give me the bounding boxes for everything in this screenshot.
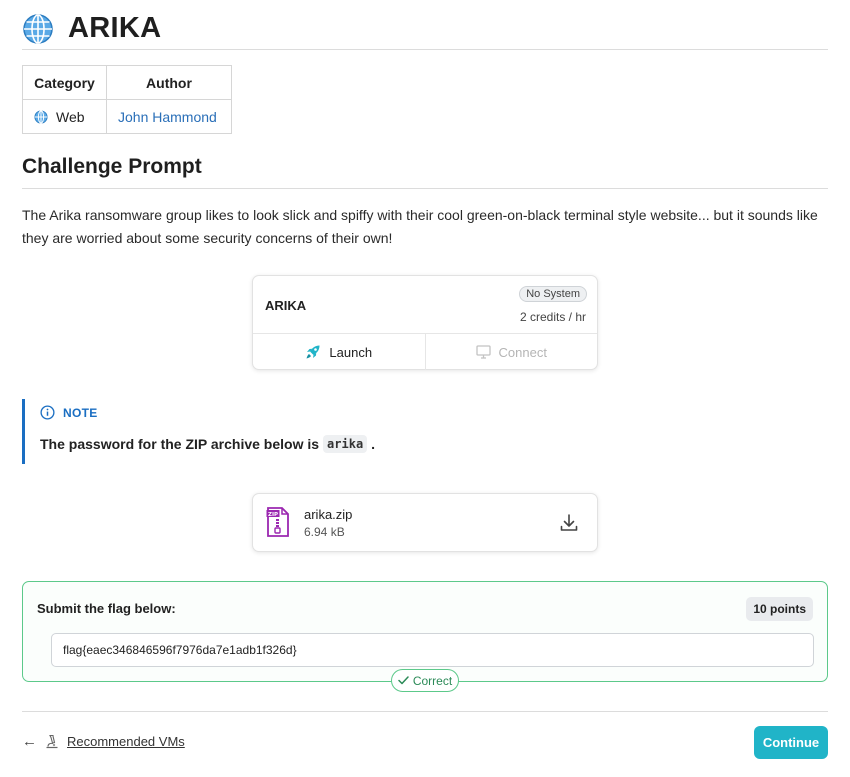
category-header: Category — [22, 65, 107, 100]
arrow-left-icon[interactable]: ← — [22, 733, 37, 750]
recommended-vms-link[interactable]: Recommended VMs — [67, 734, 185, 749]
system-badge: No System — [519, 286, 587, 302]
vm-name: ARIKA — [265, 298, 307, 313]
launch-button[interactable]: Launch — [253, 334, 426, 370]
svg-text:ZIP: ZIP — [268, 512, 278, 518]
challenge-meta-table: Category Author Web John Hammond — [22, 65, 232, 134]
globe-icon — [23, 13, 53, 44]
correct-badge: Correct — [391, 669, 459, 692]
vm-card: ARIKA No System 2 credits / hr Launch Co… — [252, 275, 598, 370]
footer-divider — [22, 711, 828, 712]
note-callout: NOTE The password for the ZIP archive be… — [22, 399, 830, 464]
info-icon — [40, 405, 55, 420]
microscope-icon — [46, 734, 58, 749]
correct-label: Correct — [412, 673, 453, 688]
page-title: ARIKA — [68, 12, 162, 44]
rocket-icon — [306, 345, 320, 359]
vm-credits: 2 credits / hr — [519, 310, 586, 324]
challenge-prompt-section: Challenge Prompt — [22, 155, 828, 189]
section-title: Challenge Prompt — [22, 155, 202, 178]
category-label: Web — [56, 108, 85, 125]
note-title: NOTE — [63, 405, 98, 420]
file-size: 6.94 kB — [304, 525, 345, 539]
flag-input[interactable] — [51, 633, 814, 667]
globe-icon — [34, 109, 48, 124]
continue-button[interactable]: Continue — [754, 726, 828, 759]
note-body: The password for the ZIP archive below i… — [40, 435, 375, 453]
zip-password-code: arika — [323, 435, 368, 453]
file-name: arika.zip — [304, 507, 353, 522]
file-card[interactable]: ZIP arika.zip 6.94 kB — [252, 493, 598, 552]
points-badge: 10 points — [746, 597, 813, 621]
checkmark-icon — [398, 676, 409, 685]
flag-label: Submit the flag below: — [37, 601, 176, 616]
author-cell: John Hammond — [106, 99, 232, 134]
connect-label: Connect — [498, 344, 547, 360]
monitor-icon — [475, 345, 491, 359]
author-link[interactable]: John Hammond — [118, 109, 217, 125]
launch-label: Launch — [329, 344, 373, 360]
back-navigation[interactable]: ← Recommended VMs — [22, 733, 185, 750]
zip-file-icon: ZIP — [266, 507, 289, 537]
connect-button[interactable]: Connect — [426, 334, 598, 370]
author-header: Author — [106, 65, 232, 100]
challenge-prompt-text: The Arika ransomware group likes to look… — [22, 207, 818, 246]
category-cell: Web — [22, 99, 107, 134]
note-text: The password for the ZIP archive below i… — [40, 436, 320, 452]
note-text-end: . — [371, 436, 376, 452]
page-header: ARIKA — [22, 8, 828, 50]
flag-submit-box: Submit the flag below: 10 points — [22, 581, 828, 682]
download-icon[interactable] — [559, 513, 579, 533]
